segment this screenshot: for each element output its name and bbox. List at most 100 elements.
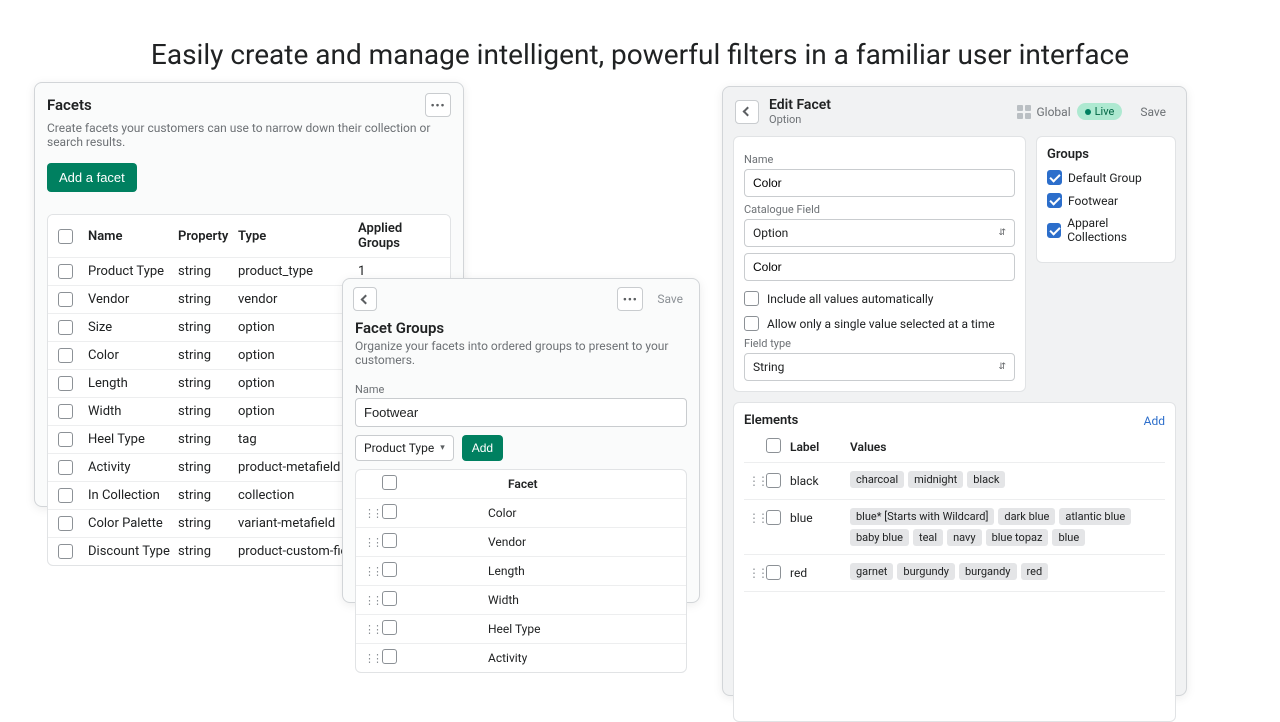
group-name-input[interactable] [355,398,687,427]
value-tag[interactable]: burgundy [897,563,955,580]
add-facet-button[interactable]: Add a facet [47,163,137,192]
cell-groups: 1 [358,264,440,279]
edit-save-button[interactable]: Save [1132,101,1174,123]
add-element-link[interactable]: Add [1144,414,1165,428]
value-tag[interactable]: atlantic blue [1059,508,1131,525]
group-checkbox-row[interactable]: Footwear [1047,193,1165,208]
drag-handle-icon[interactable] [748,508,766,525]
edit-back-button[interactable] [735,100,759,124]
field-type-select[interactable]: String ⇵ [744,353,1015,381]
groups-more-button[interactable]: ••• [617,287,643,311]
include-all-checkbox[interactable] [744,291,759,306]
row-checkbox[interactable] [58,404,73,419]
arrow-left-icon [742,107,752,117]
drag-handle-icon[interactable] [748,563,766,580]
row-checkbox[interactable] [58,292,73,307]
value-tag[interactable]: baby blue [850,529,909,546]
group-checkbox-row[interactable]: Default Group [1047,170,1165,185]
row-checkbox[interactable] [58,544,73,559]
cell-type: option [238,348,358,363]
value-tag[interactable]: teal [913,529,943,546]
row-checkbox[interactable] [766,473,781,488]
cell-name: Product Type [88,264,178,279]
group-name-label: Name [343,377,699,398]
cell-name: Vendor [88,292,178,307]
chevron-down-icon: ▾ [440,443,445,453]
cell-property: string [178,544,238,559]
grid-icon [1017,105,1031,119]
facet-picker-select[interactable]: Product Type ▾ [355,435,454,461]
element-row[interactable]: blackcharcoalmidnightblack [744,463,1165,500]
row-checkbox[interactable] [58,432,73,447]
global-label: Global [1037,105,1071,119]
row-checkbox[interactable] [382,591,397,606]
value-tag[interactable]: garnet [850,563,893,580]
value-tag[interactable]: red [1021,563,1049,580]
group-name: Default Group [1068,171,1142,185]
more-actions-button[interactable]: ••• [425,93,451,117]
row-checkbox[interactable] [766,510,781,525]
fg-col-facet: Facet [408,477,678,491]
value-tag[interactable]: blue [1052,529,1085,546]
row-checkbox[interactable] [382,562,397,577]
list-item[interactable]: Heel Type [356,615,686,644]
facet-name: Heel Type [408,622,678,636]
edit-main-card: Name Catalogue Field Option ⇵ Include al… [733,136,1026,392]
add-facet-to-group-button[interactable]: Add [462,435,503,461]
catalogue-sub-input[interactable] [744,253,1015,281]
chevron-updown-icon: ⇵ [998,362,1006,372]
element-row[interactable]: redgarnetburgundyburgandyred [744,555,1165,592]
catalogue-field-select[interactable]: Option ⇵ [744,219,1015,247]
live-dot-icon [1085,109,1091,115]
group-checkbox[interactable] [1047,223,1061,238]
list-item[interactable]: Activity [356,644,686,672]
drag-handle-icon[interactable] [364,652,382,665]
value-tag[interactable]: dark blue [998,508,1055,525]
elements-select-all-checkbox[interactable] [766,438,781,453]
group-checkbox-row[interactable]: Apparel Collections [1047,216,1165,244]
element-row[interactable]: blue blue* [Starts with Wildcard]dark blu… [744,500,1165,555]
value-tag[interactable]: blue topaz [986,529,1049,546]
row-checkbox[interactable] [382,504,397,519]
row-checkbox[interactable] [382,649,397,664]
drag-handle-icon[interactable] [748,471,766,488]
back-button[interactable] [353,287,377,311]
row-checkbox[interactable] [58,376,73,391]
list-item[interactable]: Width [356,586,686,615]
value-tag[interactable]: blue* [Starts with Wildcard] [850,508,994,525]
value-tag[interactable]: navy [947,529,982,546]
group-checkbox[interactable] [1047,193,1062,208]
drag-handle-icon[interactable] [364,507,382,520]
row-checkbox[interactable] [58,264,73,279]
drag-handle-icon[interactable] [364,594,382,607]
row-checkbox[interactable] [58,516,73,531]
facet-name-input[interactable] [744,169,1015,197]
value-tag[interactable]: burgandy [959,563,1017,580]
chevron-updown-icon: ⇵ [998,228,1006,238]
facets-table-header: Name Property Type Applied Groups [48,215,450,258]
drag-handle-icon[interactable] [364,623,382,636]
row-checkbox[interactable] [382,533,397,548]
cell-type: variant-metafield [238,516,358,531]
list-item[interactable]: Vendor [356,528,686,557]
row-checkbox[interactable] [58,460,73,475]
row-checkbox[interactable] [58,348,73,363]
row-checkbox[interactable] [766,565,781,580]
value-tag[interactable]: charcoal [850,471,904,488]
select-all-checkbox[interactable] [58,229,73,244]
value-tag[interactable]: midnight [908,471,963,488]
list-item[interactable]: Color [356,499,686,528]
row-checkbox[interactable] [382,620,397,635]
drag-handle-icon[interactable] [364,536,382,549]
group-checkbox[interactable] [1047,170,1062,185]
single-value-checkbox[interactable] [744,316,759,331]
fg-select-all-checkbox[interactable] [382,475,397,490]
row-checkbox[interactable] [58,488,73,503]
row-checkbox[interactable] [58,320,73,335]
cell-name: Color Palette [88,516,178,531]
cell-type: tag [238,432,358,447]
drag-handle-icon[interactable] [364,565,382,578]
value-tag[interactable]: black [967,471,1005,488]
list-item[interactable]: Length [356,557,686,586]
groups-save-button[interactable]: Save [651,288,689,310]
